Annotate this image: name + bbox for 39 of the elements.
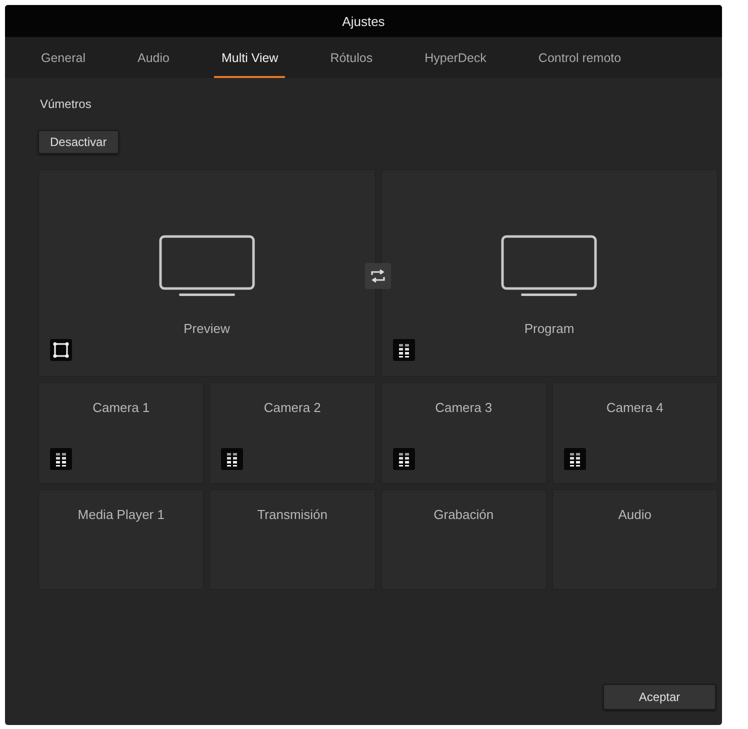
tile-label: Preview [184, 321, 230, 336]
multiview-tile[interactable]: Camera 2 [209, 382, 376, 484]
tile-label: Media Player 1 [78, 507, 164, 522]
swap-icon[interactable] [365, 263, 391, 289]
multiview-tile[interactable]: Camera 4 [552, 382, 718, 484]
tab[interactable]: Rótulos [323, 37, 380, 78]
multiview-tile[interactable]: Camera 1 [38, 382, 204, 484]
tab[interactable]: HyperDeck [418, 37, 494, 78]
tab[interactable]: Multi View [214, 37, 286, 78]
tab[interactable]: Control remoto [531, 37, 628, 78]
multiview-tile[interactable]: Audio [552, 489, 718, 590]
monitor-icon [158, 235, 255, 297]
multiview-tile[interactable]: Transmisión [209, 489, 376, 590]
tile-label: Transmisión [257, 507, 328, 522]
tile-label: Camera 4 [606, 400, 664, 415]
multiview-tile[interactable]: Media Player 1 [38, 489, 204, 590]
tile-label: Grabación [434, 507, 494, 522]
tile-label: Program [524, 321, 574, 336]
section-label: Vúmetros [40, 97, 92, 111]
tile-label: Audio [618, 507, 652, 522]
tile-label: Camera 2 [264, 400, 321, 415]
accept-button[interactable]: Aceptar [603, 684, 716, 710]
tab[interactable]: Audio [130, 37, 176, 78]
multiview-tile[interactable]: Preview [38, 169, 376, 377]
audio-meter-icon[interactable] [392, 339, 414, 361]
multiview-tile[interactable]: Camera 3 [380, 382, 547, 484]
monitor-icon [501, 235, 598, 297]
multiview-tile[interactable]: Program [380, 169, 718, 377]
audio-meter-icon[interactable] [392, 448, 414, 470]
audio-meter-icon[interactable] [564, 448, 586, 470]
tile-label: Camera 1 [92, 400, 150, 415]
disable-button[interactable]: Desactivar [38, 130, 119, 154]
multiview-tile[interactable]: Grabación [380, 489, 547, 590]
crop-frame-icon[interactable] [50, 339, 72, 361]
tile-label: Camera 3 [435, 400, 492, 415]
audio-meter-icon[interactable] [50, 448, 72, 470]
tab[interactable]: General [34, 37, 92, 78]
audio-meter-icon[interactable] [221, 448, 244, 470]
window-title: Ajustes [342, 14, 385, 28]
